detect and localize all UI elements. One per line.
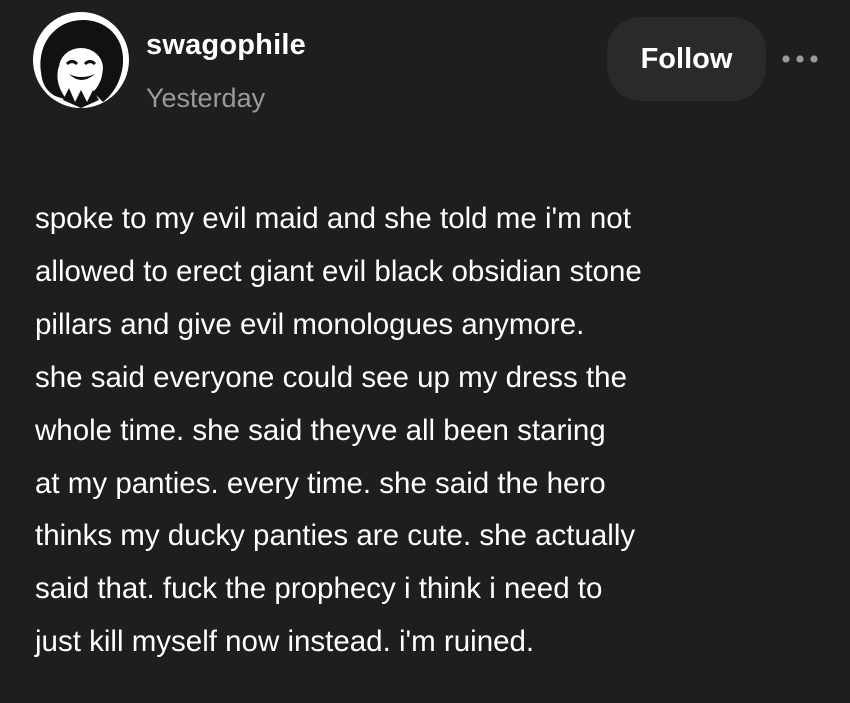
post-header: swagophile Yesterday Follow — [0, 0, 850, 130]
ellipsis-icon[interactable] — [778, 44, 822, 74]
post-body-line: just kill myself now instead. i'm ruined… — [35, 625, 535, 659]
post-body: spoke to my evil maid and she told me i'… — [35, 193, 825, 669]
post-body-line: allowed to erect giant evil black obsidi… — [35, 254, 642, 288]
post-body-line: pillars and give evil monologues anymore… — [35, 307, 585, 341]
timestamp: Yesterday — [146, 83, 266, 113]
post-body-line: at my panties. every time. she said the … — [35, 466, 606, 500]
post-body-line: thinks my ducky panties are cute. she ac… — [35, 519, 636, 553]
username[interactable]: swagophile — [146, 29, 306, 62]
post-body-line: said that. fuck the prophecy i think i n… — [35, 572, 603, 606]
post-body-line: spoke to my evil maid and she told me i'… — [35, 202, 631, 235]
post-body-line: she said everyone could see up my dress … — [35, 360, 627, 394]
avatar-icon[interactable] — [33, 12, 129, 108]
post-card: swagophile Yesterday Follow spoke to my … — [0, 0, 850, 703]
post-body-line: whole time. she said theyve all been sta… — [35, 413, 606, 447]
follow-button[interactable]: Follow — [607, 17, 766, 101]
